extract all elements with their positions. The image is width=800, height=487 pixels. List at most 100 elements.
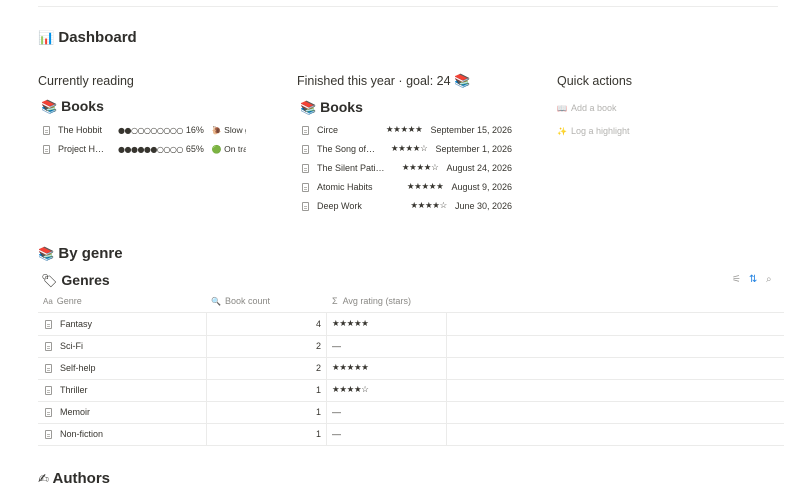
currently-reading-heading: Currently reading: [38, 74, 134, 88]
list-item[interactable]: The Silent Pati… ★★★★☆ August 24, 2026: [302, 160, 512, 176]
book-title: The Song of…: [317, 144, 376, 154]
currently-reading-db-title[interactable]: 📚 Books: [41, 98, 104, 115]
genre-name: Fantasy: [60, 319, 93, 329]
books-icon: 📚: [38, 247, 55, 262]
column-header-book-count[interactable]: 🔍 Book count: [211, 296, 270, 306]
finished-heading-text: Finished this year · goal: 24: [297, 74, 451, 88]
filter-icon[interactable]: ⚟: [732, 274, 741, 285]
book-title: Project H…: [58, 144, 105, 154]
books-icon: 📚: [300, 101, 317, 116]
book-title: Circe: [317, 125, 339, 135]
book-count: 2: [315, 363, 321, 373]
finish-date: August 9, 2026: [451, 182, 512, 192]
table-row[interactable]: Self-help 2 ★★★★★: [38, 357, 784, 380]
writing-hand-icon: ✍: [38, 472, 49, 487]
rating-stars: ★★★★☆: [410, 201, 447, 211]
currently-reading-list: The Hobbit ●●○○○○○○○○ 16% 🐌 Slow g Proje…: [43, 122, 258, 162]
progress-dots: ●●●●●●○○○○: [118, 144, 183, 154]
by-genre-heading: 📚 By genre: [38, 245, 123, 262]
rating-stars: ★★★★☆: [401, 163, 439, 173]
db-title-text: Books: [61, 98, 104, 114]
column-label: Avg rating (stars): [342, 296, 411, 306]
add-book-button[interactable]: 📖 Add a book: [557, 103, 617, 113]
text-type-icon: Aa: [43, 297, 53, 306]
column-header-genre[interactable]: Aa Genre: [43, 296, 82, 306]
table-row[interactable]: Non-fiction 1 —: [38, 423, 784, 446]
page-icon: [45, 385, 52, 395]
avg-rating: ★★★★☆: [332, 385, 369, 395]
page-icon: [45, 341, 52, 351]
green-circle-icon: 🟢: [211, 145, 222, 154]
page-icon: [43, 125, 50, 135]
list-item[interactable]: Circe ★★★★★ September 15, 2026: [302, 122, 512, 138]
page-icon: [302, 201, 309, 211]
button-label: Log a highlight: [570, 126, 630, 136]
finish-date: August 24, 2026: [446, 163, 512, 173]
book-title: The Hobbit: [58, 125, 103, 135]
page-icon: [45, 319, 52, 329]
list-item[interactable]: The Song of… ★★★★☆ September 1, 2026: [302, 141, 512, 157]
log-highlight-button[interactable]: ✨ Log a highlight: [557, 126, 630, 136]
finish-date: September 15, 2026: [430, 125, 512, 135]
progress-percent: 65%: [185, 144, 204, 154]
genre-name: Self-help: [60, 363, 96, 373]
book-count: 4: [315, 319, 321, 329]
top-divider: [38, 6, 778, 7]
page-icon: [302, 144, 309, 154]
sort-icon[interactable]: ⇅: [749, 274, 757, 285]
table-row[interactable]: Fantasy 4 ★★★★★: [38, 313, 784, 336]
avg-rating: —: [332, 407, 341, 417]
book-title: Atomic Habits: [317, 182, 373, 192]
table-row[interactable]: Memoir 1 —: [38, 401, 784, 424]
finished-db-title[interactable]: 📚 Books: [300, 99, 363, 116]
status-text: Slow g: [224, 125, 246, 135]
column-header-avg-rating[interactable]: Σ Avg rating (stars): [332, 296, 411, 306]
sparkles-icon: ✨: [557, 127, 567, 136]
finished-list: Circe ★★★★★ September 15, 2026 The Song …: [302, 122, 514, 222]
page-icon: [302, 163, 309, 173]
avg-rating: —: [332, 341, 341, 351]
book-count: 1: [315, 385, 321, 395]
tag-icon: 🏷: [41, 274, 58, 289]
authors-heading-text: Authors: [52, 470, 111, 487]
rating-stars: ★★★★★: [385, 125, 423, 135]
page-title: 📊 Dashboard: [38, 29, 137, 46]
book-count: 1: [315, 429, 321, 439]
list-item[interactable]: The Hobbit ●●○○○○○○○○ 16% 🐌 Slow g: [43, 122, 246, 138]
book-count: 2: [315, 341, 321, 351]
genres-db-title[interactable]: 🏷 Genres: [41, 272, 110, 289]
book-title: Deep Work: [317, 201, 362, 211]
book-count: 1: [315, 407, 321, 417]
open-book-icon: 📖: [557, 104, 567, 113]
finish-date: June 30, 2026: [454, 201, 512, 211]
genre-name: Non-fiction: [60, 429, 104, 439]
table-row[interactable]: Sci-Fi 2 —: [38, 335, 784, 358]
genre-name: Memoir: [60, 407, 91, 417]
page-icon: [45, 429, 52, 439]
list-item[interactable]: Project H… ●●●●●●○○○○ 65% 🟢 On tra: [43, 141, 246, 157]
search-icon: 🔍: [211, 297, 221, 306]
rating-stars: ★★★★☆: [390, 144, 428, 154]
list-item[interactable]: Deep Work ★★★★☆ June 30, 2026: [302, 198, 512, 214]
avg-rating: ★★★★★: [332, 363, 369, 373]
status-text: On tra: [224, 144, 246, 154]
page-title-text: Dashboard: [58, 29, 137, 46]
status-badge: 🟢 On tra: [212, 144, 246, 154]
snail-icon: 🐌: [211, 126, 222, 135]
search-icon[interactable]: ⌕: [766, 274, 772, 285]
db-title-text: Genres: [61, 272, 110, 288]
list-item[interactable]: Atomic Habits ★★★★★ August 9, 2026: [302, 179, 512, 195]
column-label: Book count: [224, 296, 270, 306]
avg-rating: —: [332, 429, 341, 439]
table-row[interactable]: Thriller 1 ★★★★☆: [38, 379, 784, 402]
chart-icon: 📊: [38, 31, 55, 46]
progress-percent: 16%: [185, 125, 204, 135]
book-title: The Silent Pati…: [317, 163, 385, 173]
genre-name: Thriller: [60, 385, 88, 395]
by-genre-heading-text: By genre: [58, 245, 123, 262]
page-icon: [302, 125, 309, 135]
genre-name: Sci-Fi: [60, 341, 83, 351]
page-icon: [302, 182, 309, 192]
page-icon: [45, 363, 52, 373]
column-label: Genre: [56, 296, 82, 306]
